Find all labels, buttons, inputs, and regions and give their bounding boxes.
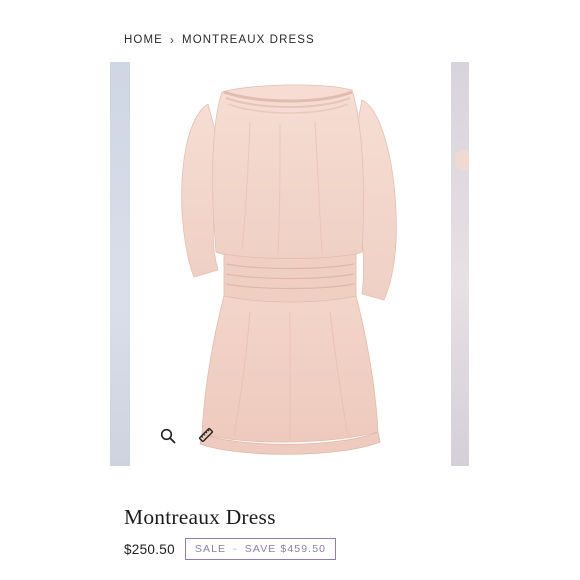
product-image <box>181 84 397 455</box>
previous-image-slide[interactable] <box>110 62 130 466</box>
zoom-button[interactable] <box>157 425 179 447</box>
price-row: $250.50 SALE - SAVE $459.50 <box>124 538 337 560</box>
sale-label: SALE <box>194 543 227 555</box>
product-price: $250.50 <box>124 541 175 557</box>
breadcrumb-home-link[interactable]: HOME <box>124 34 163 46</box>
magnifier-icon <box>160 428 176 444</box>
main-image-slide[interactable] <box>130 62 441 466</box>
size-guide-button[interactable] <box>195 424 217 446</box>
sale-badge: SALE - SAVE $459.50 <box>184 538 337 560</box>
breadcrumb: HOME › MONTREAUX DRESS <box>124 33 315 47</box>
next-image-slide[interactable] <box>451 62 469 466</box>
breadcrumb-current: MONTREAUX DRESS <box>182 34 315 46</box>
product-image-gallery[interactable] <box>0 62 580 466</box>
save-amount: SAVE $459.50 <box>244 543 327 555</box>
sale-separator: - <box>233 543 238 555</box>
ruler-icon <box>198 427 214 443</box>
product-title: Montreaux Dress <box>124 505 276 529</box>
breadcrumb-separator: › <box>169 33 176 47</box>
next-image-peek <box>455 150 469 170</box>
